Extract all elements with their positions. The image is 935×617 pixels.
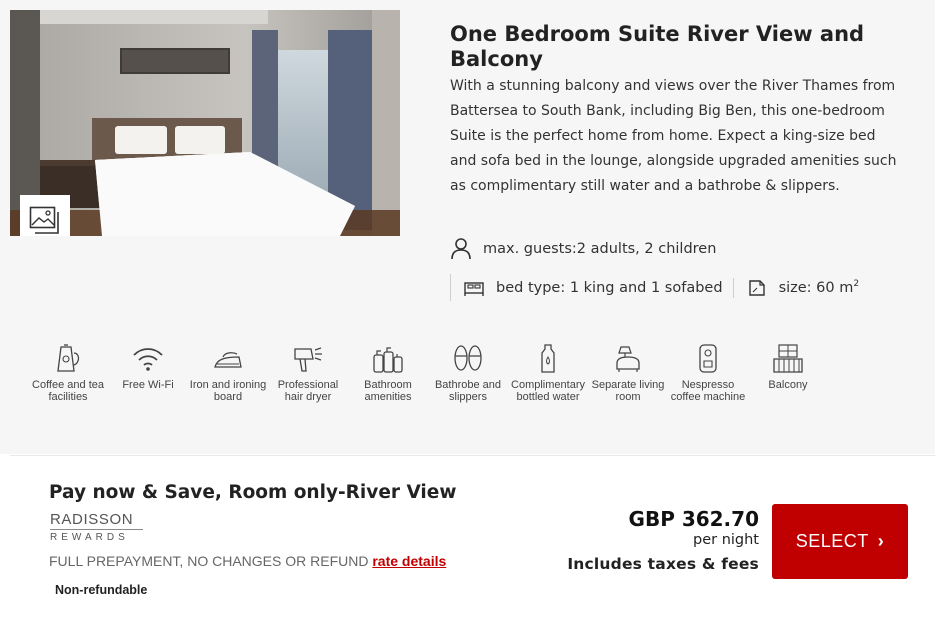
amenity-item: Complimentary bottled water xyxy=(508,343,588,433)
taxes-note: Includes taxes & fees xyxy=(567,555,759,573)
amenity-label: Complimentary bottled water xyxy=(511,379,585,403)
room-card: One Bedroom Suite River View and Balcony… xyxy=(0,0,935,454)
amenity-label: Free Wi-Fi xyxy=(122,379,174,391)
living-room-icon xyxy=(616,346,640,372)
radisson-rewards-logo: RADISSON REWARDS xyxy=(50,512,150,543)
bed-and-size: bed type: 1 king and 1 sofabed size: 60 … xyxy=(450,274,869,301)
room-size-text: size: 60 m2 xyxy=(778,279,860,296)
hair-dryer-icon xyxy=(294,347,322,372)
amenity-label: Balcony xyxy=(768,379,808,391)
room-size-icon xyxy=(748,279,765,296)
chevron-right-icon: › xyxy=(877,531,885,551)
amenity-label: Bathroom amenities xyxy=(364,379,412,403)
rewards-logo-top: RADISSON xyxy=(50,511,134,528)
per-night-label: per night xyxy=(693,532,759,548)
amenity-label: Iron and ironing board xyxy=(189,379,267,403)
bed-type: bed type: 1 king and 1 sofabed xyxy=(451,278,733,298)
amenity-label: Coffee and tea facilities xyxy=(32,379,104,403)
price: GBP 362.70 xyxy=(628,507,759,531)
amenity-label: Separate living room xyxy=(591,379,665,403)
room-title: One Bedroom Suite River View and Balcony xyxy=(450,22,865,71)
amenity-label: Bathrobe and slippers xyxy=(434,379,502,403)
amenity-item: Professional hair dryer xyxy=(268,343,348,433)
rate-title: Pay now & Save, Room only-River View xyxy=(49,482,457,503)
policy-text: FULL PREPAYMENT, NO CHANGES OR REFUND xyxy=(49,553,369,569)
rate-details-link[interactable]: rate details xyxy=(372,553,446,569)
wifi-icon xyxy=(133,348,163,371)
amenity-item: Iron and ironing board xyxy=(188,343,268,433)
amenity-label: Nespresso coffee machine xyxy=(670,379,746,403)
toiletries-icon xyxy=(373,347,403,373)
amenity-item: Separate living room xyxy=(588,343,668,433)
amenity-item: Bathrobe and slippers xyxy=(428,343,508,433)
amenity-item: Bathroom amenities xyxy=(348,343,428,433)
price-box: GBP 362.70 per night Includes taxes & fe… xyxy=(567,507,759,573)
person-icon xyxy=(451,238,471,260)
rate-card: Pay now & Save, Room only-River View RAD… xyxy=(10,455,935,617)
amenities-list: Coffee and tea facilities Free Wi-Fi Iro… xyxy=(28,343,848,433)
rewards-logo-divider xyxy=(50,529,143,530)
select-button[interactable]: SELECT › xyxy=(772,504,908,579)
room-description: With a stunning balcony and views over t… xyxy=(450,78,897,194)
max-guests: max. guests:2 adults, 2 children xyxy=(450,236,716,262)
guests-text: max. guests:2 adults, 2 children xyxy=(483,241,717,257)
water-bottle-icon xyxy=(541,344,555,373)
room-photo[interactable] xyxy=(10,10,400,236)
kettle-icon xyxy=(57,344,80,372)
slippers-icon xyxy=(454,345,482,371)
bed-icon xyxy=(464,281,484,296)
iron-icon xyxy=(214,352,242,368)
amenity-item: Balcony xyxy=(748,343,828,433)
gallery-button[interactable] xyxy=(20,195,70,236)
image-gallery-icon xyxy=(29,206,59,234)
amenity-label: Professional hair dryer xyxy=(277,379,339,403)
balcony-icon xyxy=(773,344,803,373)
amenity-item: Free Wi-Fi xyxy=(108,343,188,433)
room-size: size: 60 m2 xyxy=(732,277,870,298)
amenity-item: Nespresso coffee machine xyxy=(668,343,748,433)
rewards-logo-bottom: REWARDS xyxy=(50,532,129,543)
select-button-label: SELECT xyxy=(795,531,869,551)
amenity-item: Coffee and tea facilities xyxy=(28,343,108,433)
refund-status: Non-refundable xyxy=(55,583,148,597)
rate-policy: FULL PREPAYMENT, NO CHANGES OR REFUND ra… xyxy=(49,553,446,569)
coffee-machine-icon xyxy=(699,344,717,373)
bed-type-text: bed type: 1 king and 1 sofabed xyxy=(496,279,723,296)
